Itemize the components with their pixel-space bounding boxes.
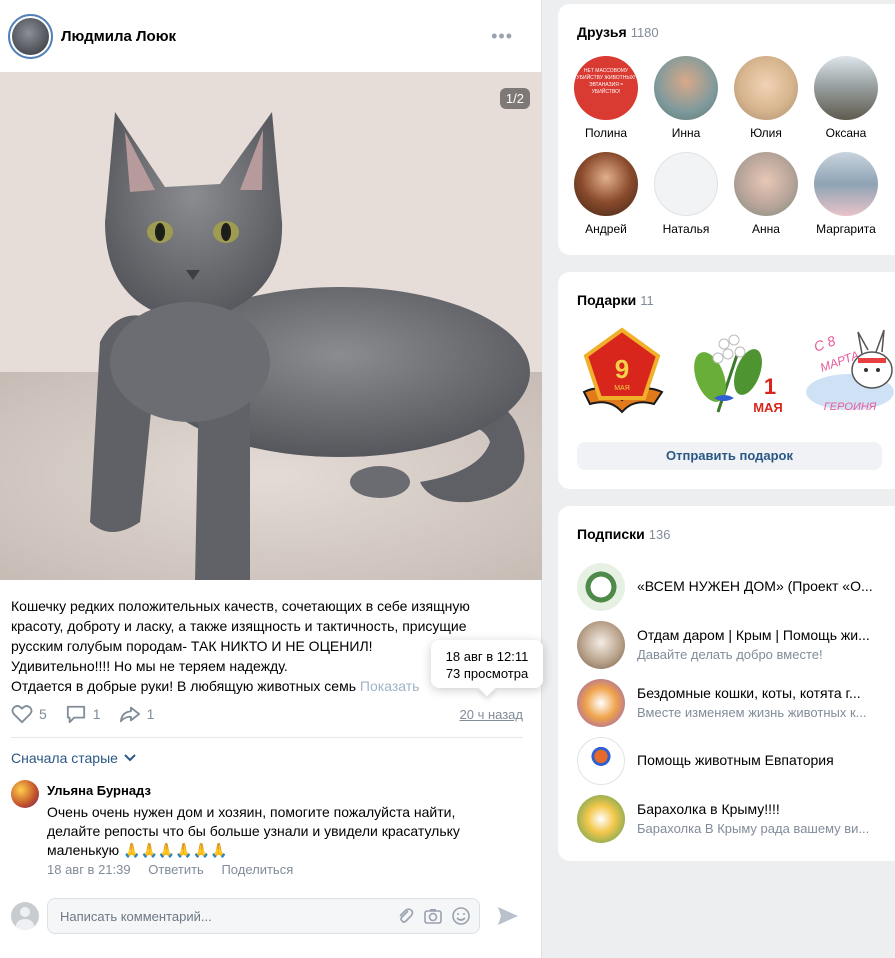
share-icon bbox=[119, 706, 140, 723]
svg-text:1: 1 bbox=[764, 374, 776, 399]
subscriptions-card: Подписки 136 «ВСЕМ НУЖЕН ДОМ» (Проект «О.… bbox=[558, 506, 895, 861]
subscription-avatar bbox=[577, 621, 625, 669]
subscription-item[interactable]: Помощь животным Евпатория bbox=[577, 737, 895, 785]
subscription-desc: Барахолка В Крыму рада вашему ви... bbox=[637, 821, 870, 836]
reply-box: Написать комментарий... bbox=[11, 898, 531, 934]
friend-avatar bbox=[814, 56, 878, 120]
comment-icon bbox=[66, 705, 85, 724]
friend-name: Юлия bbox=[750, 126, 782, 140]
friend-item[interactable]: Оксана bbox=[806, 56, 886, 140]
friend-name: Наталья bbox=[662, 222, 710, 236]
friend-name: Анна bbox=[752, 222, 780, 236]
svg-text:9: 9 bbox=[615, 354, 629, 384]
comment-meta: 18 авг в 21:39 Ответить Поделиться bbox=[47, 862, 307, 877]
send-gift-button[interactable]: Отправить подарок bbox=[577, 442, 882, 470]
svg-text:С 8: С 8 bbox=[812, 332, 838, 355]
input-icons bbox=[395, 906, 471, 926]
comment-text: Очень очень нужен дом и хозяин, помогите… bbox=[47, 804, 460, 858]
friend-item[interactable]: Юлия bbox=[726, 56, 806, 140]
chevron-down-icon bbox=[124, 754, 136, 762]
gifts-card: Подарки 11 9 МАЯ 1 МАЯ С 8 МАРТА ГЕРОИНЯ … bbox=[558, 272, 895, 489]
subscription-avatar bbox=[577, 563, 625, 611]
send-icon[interactable] bbox=[497, 906, 519, 926]
camera-icon[interactable] bbox=[423, 906, 443, 926]
friend-avatar: НЕТ МАССОВОМУ УБИЙСТВУ ЖИВОТНЫХ! ЭВТАНАЗ… bbox=[574, 56, 638, 120]
friends-card: Друзья 1180 НЕТ МАССОВОМУ УБИЙСТВУ ЖИВОТН… bbox=[558, 4, 895, 255]
friend-avatar-text: НЕТ МАССОВОМУ УБИЙСТВУ ЖИВОТНЫХ! ЭВТАНАЗ… bbox=[576, 68, 636, 95]
subscription-avatar bbox=[577, 795, 625, 843]
subscription-name: Бездомные кошки, коты, котята г... bbox=[637, 685, 861, 701]
photo-counter: 1/2 bbox=[499, 88, 530, 109]
friend-name: Оксана bbox=[825, 126, 867, 140]
friend-name: Инна bbox=[671, 126, 701, 140]
like-button[interactable]: 5 bbox=[11, 704, 47, 724]
friend-item[interactable]: Инна bbox=[646, 56, 726, 140]
commenter-avatar[interactable] bbox=[11, 780, 39, 808]
friend-item[interactable]: Наталья bbox=[646, 152, 726, 236]
subscription-desc: Давайте делать добро вместе! bbox=[637, 647, 823, 662]
friend-avatar bbox=[574, 152, 638, 216]
date-tooltip: 18 авг в 12:11 73 просмотра bbox=[431, 640, 543, 688]
friend-item[interactable]: НЕТ МАССОВОМУ УБИЙСТВУ ЖИВОТНЫХ! ЭВТАНАЗ… bbox=[566, 56, 646, 140]
tooltip-views: 73 просмотра bbox=[445, 666, 529, 681]
share-button[interactable]: 1 bbox=[119, 704, 154, 724]
tooltip-date: 18 авг в 12:11 bbox=[445, 649, 529, 664]
subscription-name: Отдам даром | Крым | Помощь жи... bbox=[637, 627, 870, 643]
subscription-name: «ВСЕМ НУЖЕН ДОМ» (Проект «О... bbox=[637, 578, 873, 594]
march-8-bunny-icon[interactable]: С 8 МАРТА ГЕРОИНЯ bbox=[802, 322, 895, 418]
post-photo[interactable]: 1/2 bbox=[0, 72, 542, 580]
comments-sort-dropdown[interactable]: Сначала старые bbox=[11, 750, 136, 766]
emoji-icon[interactable] bbox=[451, 906, 471, 926]
subscription-desc: Вместе изменяем жизнь животных к... bbox=[637, 705, 867, 720]
author-avatar[interactable] bbox=[8, 13, 53, 59]
subscription-avatar bbox=[577, 737, 625, 785]
svg-text:МАЯ: МАЯ bbox=[614, 385, 630, 392]
svg-text:МАЯ: МАЯ bbox=[753, 400, 783, 415]
friend-avatar bbox=[734, 152, 798, 216]
friend-item[interactable]: Анна bbox=[726, 152, 806, 236]
post-card: Людмила Лоюк ••• 1/2 Кошечку редких поло… bbox=[0, 0, 543, 958]
show-more-link[interactable]: Показать bbox=[360, 678, 420, 694]
commenter-name[interactable]: Ульяна Бурнадз bbox=[47, 783, 151, 798]
subscriptions-title[interactable]: Подписки 136 bbox=[558, 506, 895, 542]
svg-text:ГЕРОИНЯ: ГЕРОИНЯ bbox=[824, 401, 877, 413]
friend-avatar bbox=[734, 56, 798, 120]
post-actions: 5 1 1 20 ч назад bbox=[11, 702, 523, 726]
comment-date[interactable]: 18 авг в 21:39 bbox=[47, 862, 131, 877]
share-comment-link[interactable]: Поделиться bbox=[221, 862, 293, 877]
subscription-name: Барахолка в Крыму!!!! bbox=[637, 801, 780, 817]
friend-avatar bbox=[654, 56, 718, 120]
victory-day-star-icon[interactable]: 9 МАЯ bbox=[574, 322, 670, 418]
subscription-item[interactable]: «ВСЕМ НУЖЕН ДОМ» (Проект «О... bbox=[577, 563, 895, 611]
subscription-item[interactable]: Бездомные кошки, коты, котята г... Вмест… bbox=[577, 679, 895, 727]
friend-avatar bbox=[654, 152, 718, 216]
friend-name: Андрей bbox=[585, 222, 627, 236]
post-header: Людмила Лоюк ••• bbox=[0, 0, 541, 72]
paperclip-icon[interactable] bbox=[395, 906, 415, 926]
friends-title[interactable]: Друзья 1180 bbox=[558, 4, 895, 40]
author-name[interactable]: Людмила Лоюк bbox=[61, 28, 176, 45]
friend-avatar bbox=[814, 152, 878, 216]
my-avatar bbox=[11, 902, 39, 930]
subscription-name: Помощь животным Евпатория bbox=[637, 752, 834, 768]
subscription-item[interactable]: Барахолка в Крыму!!!! Барахолка В Крыму … bbox=[577, 795, 895, 843]
friend-name: Полина bbox=[584, 126, 628, 140]
post-time-link[interactable]: 20 ч назад bbox=[460, 707, 524, 722]
reply-link[interactable]: Ответить bbox=[148, 862, 204, 877]
comment-button[interactable]: 1 bbox=[65, 704, 101, 724]
friend-item[interactable]: Андрей bbox=[566, 152, 646, 236]
subscription-avatar bbox=[577, 679, 625, 727]
friend-item[interactable]: Маргарита bbox=[806, 152, 886, 236]
friend-name: Маргарита bbox=[816, 222, 876, 236]
lily-of-the-valley-icon[interactable]: 1 МАЯ bbox=[688, 322, 784, 418]
heart-icon bbox=[11, 705, 33, 724]
gifts-title[interactable]: Подарки 11 bbox=[558, 272, 895, 308]
divider bbox=[11, 737, 523, 738]
cat-illustration bbox=[0, 72, 542, 580]
more-options-icon[interactable]: ••• bbox=[491, 26, 513, 47]
subscription-item[interactable]: Отдам даром | Крым | Помощь жи... Давайт… bbox=[577, 621, 895, 669]
